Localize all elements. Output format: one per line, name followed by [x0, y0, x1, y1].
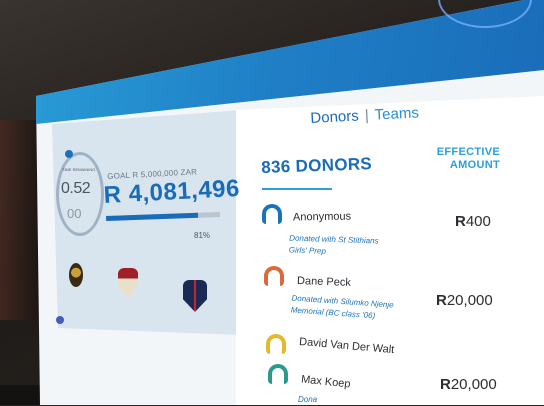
effective-amount-header: EFFECTIVE AMOUNT — [430, 146, 500, 172]
donor-avatar-icon — [266, 334, 286, 354]
donor-name: Anonymous — [292, 210, 352, 224]
amount-value: 20,000 — [446, 292, 493, 309]
countdown-hours: 0.52 — [61, 180, 91, 197]
donor-count-underline — [262, 188, 332, 190]
donor-amount: R20,000 — [436, 292, 493, 309]
donor-list-panel — [236, 96, 544, 405]
countdown-minutes: 00 — [67, 206, 82, 221]
amount-value: 400 — [465, 213, 491, 230]
donor-avatar-icon — [268, 364, 288, 384]
donor-count: 836 DONORS — [261, 154, 373, 177]
donor-name: Dane Peck — [296, 275, 352, 289]
amount-value: 20,000 — [450, 376, 497, 393]
tab-donors[interactable]: Donors — [310, 107, 359, 127]
room-wall-left — [0, 120, 40, 320]
corner-logo-icon — [56, 316, 64, 324]
school-crest-1-icon[interactable] — [69, 263, 83, 287]
donor-amount: R400 — [455, 213, 491, 230]
countdown-label: TIME REMAINING — [62, 167, 96, 172]
tab-teams[interactable]: Teams — [374, 104, 419, 123]
currency-symbol: R — [436, 292, 447, 309]
progress-percent: 81% — [194, 231, 211, 240]
countdown-indicator — [65, 150, 73, 158]
currency-symbol: R — [440, 376, 451, 393]
tab-separator: | — [364, 106, 370, 125]
effective-amount-line2: AMOUNT — [449, 159, 500, 171]
donor-note: Dona — [298, 395, 318, 404]
donor-note: Donated with St Stithians Girls' Prep — [289, 232, 379, 259]
donor-avatar-icon — [264, 266, 284, 286]
donor-avatar-icon — [262, 204, 282, 224]
currency-symbol: R — [455, 213, 466, 230]
donor-amount: R20,000 — [440, 376, 497, 393]
effective-amount-line1: EFFECTIVE — [436, 146, 500, 158]
